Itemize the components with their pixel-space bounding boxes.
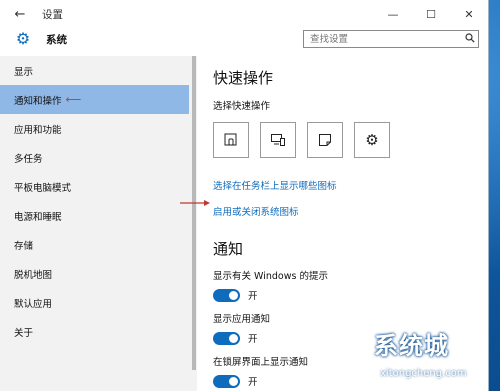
sidebar-item-default-apps[interactable]: 默认应用: [0, 288, 189, 317]
sidebar-item-display[interactable]: 显示: [0, 56, 189, 85]
gear-icon: ⚙: [15, 29, 31, 48]
sidebar-item-label: 存储: [14, 240, 34, 252]
toggle-state-text: 开: [248, 377, 258, 388]
quick-action-tile-note[interactable]: [307, 122, 343, 158]
sidebar-item-offline-maps[interactable]: 脱机地图: [0, 259, 189, 288]
watermark-url: xitongcheng.com: [380, 368, 467, 379]
quick-action-tile-settings[interactable]: ⚙: [354, 122, 390, 158]
windows-tips-toggle[interactable]: [213, 288, 240, 302]
watermark-brand: 系统城: [374, 332, 449, 360]
section-title-notifications: 通知: [213, 240, 244, 258]
sidebar-item-label: 应用和功能: [14, 124, 62, 136]
close-button[interactable]: ✕: [450, 0, 488, 28]
window-title: 设置: [42, 8, 63, 21]
scrollbar-thumb[interactable]: [192, 56, 196, 370]
toggle-state-text: 开: [248, 291, 258, 302]
watermark: 系统城 xitongcheng.com: [302, 322, 498, 391]
connect-icon: [271, 134, 285, 146]
quick-actions-subtitle: 选择快速操作: [213, 101, 271, 112]
sidebar-item-multitasking[interactable]: 多任务: [0, 143, 189, 172]
search-icon[interactable]: [462, 32, 478, 46]
note-icon: [319, 134, 331, 146]
title-bar: ← 设置 — ☐ ✕: [0, 0, 488, 28]
quick-actions-row: ⚙: [213, 122, 473, 158]
sidebar-item-apps-features[interactable]: 应用和功能: [0, 114, 189, 143]
tablet-mode-icon: [224, 133, 237, 146]
app-notifications-toggle[interactable]: [213, 331, 240, 345]
sidebar-item-notifications-actions[interactable]: 通知和操作 ⟵: [0, 85, 189, 114]
sidebar-item-label: 电源和睡眠: [14, 211, 62, 223]
sidebar-item-label: 脱机地图: [14, 269, 53, 281]
quick-action-tile-tablet-mode[interactable]: [213, 122, 249, 158]
maximize-button[interactable]: ☐: [412, 0, 450, 28]
sidebar-item-label: 默认应用: [14, 298, 53, 310]
quick-action-tile-connect[interactable]: [260, 122, 296, 158]
sidebar-item-storage[interactable]: 存储: [0, 230, 189, 259]
sidebar-item-label: 多任务: [14, 153, 43, 165]
back-arrow-icon: ←: [14, 6, 26, 22]
setting-toggle-row: 开: [213, 288, 473, 302]
annotation-arrow-icon: ⟵: [65, 93, 82, 106]
toggle-state-text: 开: [248, 334, 258, 345]
sidebar: 显示 通知和操作 ⟵ 应用和功能 多任务 平板电脑模式 电源和睡眠 存储 脱机地图…: [0, 56, 189, 391]
sidebar-item-power-sleep[interactable]: 电源和睡眠: [0, 201, 189, 230]
sidebar-item-label: 平板电脑模式: [14, 182, 72, 194]
windows-logo-icon: [310, 326, 366, 386]
minimize-button[interactable]: —: [374, 0, 412, 28]
sidebar-item-label: 显示: [14, 66, 34, 78]
sidebar-item-tablet-mode[interactable]: 平板电脑模式: [0, 172, 189, 201]
lockscreen-notifications-toggle[interactable]: [213, 374, 240, 388]
search-box[interactable]: [303, 30, 479, 48]
annotation-arrow-icon: [180, 200, 210, 206]
system-icons-link[interactable]: 启用或关闭系统图标: [213, 204, 473, 218]
sidebar-item-label: 关于: [14, 327, 34, 339]
taskbar-icons-link[interactable]: 选择在任务栏上显示哪些图标: [213, 178, 473, 192]
sidebar-item-about[interactable]: 关于: [0, 317, 189, 346]
setting-label-windows-tips: 显示有关 Windows 的提示: [213, 271, 328, 282]
section-title-quick-actions: 快速操作: [213, 69, 274, 87]
sidebar-item-label: 通知和操作: [14, 95, 62, 107]
search-input[interactable]: [304, 31, 462, 47]
window-controls: — ☐ ✕: [374, 0, 488, 28]
page-title: 系统: [46, 33, 67, 46]
back-button[interactable]: ←: [8, 0, 32, 28]
settings-icon: ⚙: [365, 131, 379, 149]
